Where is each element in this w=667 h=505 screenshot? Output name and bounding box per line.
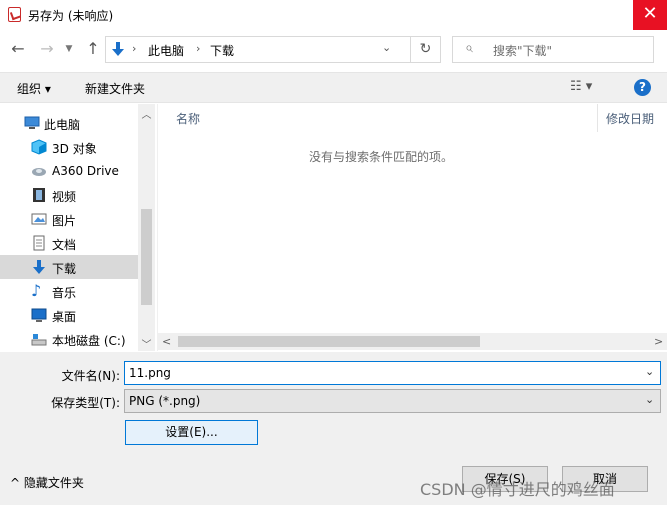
download-arrow-icon [112,42,124,56]
address-bar[interactable]: › 此电脑 › 下载 ⌄ ↻ [105,36,441,63]
view-list-icon: ☷ ▾ [570,79,593,94]
back-button[interactable]: ← [8,38,28,60]
chevron-up-icon: ^ [10,476,24,490]
new-folder-button[interactable]: 新建文件夹 [85,80,145,97]
desktop-icon [31,308,47,322]
nav-item-documents[interactable]: 文档 [0,231,138,255]
film-icon [33,188,45,202]
help-icon[interactable]: ? [634,79,651,96]
scroll-up-icon[interactable]: ︿ [138,106,155,121]
nav-item-music[interactable]: ♪ 音乐 [0,279,138,303]
chevron-down-icon[interactable]: ⌄ [645,393,654,406]
download-arrow-icon [33,260,45,274]
picture-icon [31,213,47,225]
scroll-down-icon[interactable]: ﹀ [138,336,155,351]
filetype-label: 保存类型(T): [51,396,120,410]
nav-item-label: 图片 [52,214,77,228]
close-icon: ✕ [642,3,658,24]
column-header-name[interactable]: 名称 [176,110,200,127]
nav-item-videos[interactable]: 视频 [0,183,138,207]
nav-item-label: A360 Drive [52,164,119,178]
column-header-modified[interactable]: 修改日期 [606,110,654,127]
music-note-icon: ♪ [31,281,42,300]
hide-folders-toggle[interactable]: ^ 隐藏文件夹 [10,474,84,491]
navigation-pane: 此电脑 3D 对象 A360 Drive 视频 图片 文档 下载 ♪ 音乐 桌面… [0,104,156,351]
command-bar: 组织 ▾ 新建文件夹 ☷ ▾ ? [0,72,667,103]
filetype-value: PNG (*.png) [129,394,201,408]
nav-item-label: 此电脑 [44,118,81,132]
empty-message: 没有与搜索条件匹配的项。 [308,150,453,164]
nav-item-local-disk-c[interactable]: 本地磁盘 (C:) [0,327,138,351]
search-input[interactable]: ⌕ 搜索"下载" [452,36,654,63]
app-icon [8,7,21,22]
nav-item-a360-drive[interactable]: A360 Drive [0,159,138,183]
chevron-down-icon[interactable]: ⌄ [382,41,391,54]
refresh-icon: ↻ [419,41,432,57]
chevron-down-icon: ▼ [65,44,73,54]
filename-input[interactable]: 11.png ⌄ [124,361,661,385]
nav-item-pictures[interactable]: 图片 [0,207,138,231]
nav-item-3d-objects[interactable]: 3D 对象 [0,135,138,159]
scroll-right-icon[interactable]: > [654,335,663,348]
document-icon [33,235,45,251]
nav-item-desktop[interactable]: 桌面 [0,303,138,327]
arrow-right-icon: → [40,39,54,58]
recent-locations-button[interactable]: ▼ [62,38,76,60]
arrow-left-icon: ← [11,39,25,58]
nav-item-label: 本地磁盘 (C:) [52,334,126,348]
nav-item-downloads[interactable]: 下载 [0,255,138,279]
title-bar: 另存为 (未响应) ✕ [0,0,667,30]
computer-icon [24,116,40,129]
nav-scroll-thumb[interactable] [141,209,152,305]
nav-item-label: 下载 [52,262,77,276]
hide-folders-label: 隐藏文件夹 [23,476,84,490]
cube-icon [31,139,47,155]
file-list[interactable]: 名称 修改日期 没有与搜索条件匹配的项。 < > [157,104,667,351]
nav-item-label: 文档 [52,238,77,252]
search-icon: ⌕ [465,40,473,56]
filetype-select[interactable]: PNG (*.png) ⌄ [124,389,661,413]
horizontal-scroll-thumb[interactable] [178,336,480,347]
column-divider[interactable] [597,104,598,132]
watermark: CSDN @情寸进尺的鸡丝面 [420,480,615,499]
nav-item-label: 桌面 [52,310,77,324]
filename-label: 文件名(N): [61,369,120,383]
filename-value: 11.png [129,366,171,380]
horizontal-scrollbar[interactable]: < > [158,333,667,350]
drive-icon [31,334,47,346]
nav-scrollbar[interactable]: ︿ ﹀ [138,104,155,351]
breadcrumb-separator-icon: › [196,42,201,55]
nav-item-label: 音乐 [52,286,77,300]
arrow-up-icon: ↑ [86,39,100,58]
cloud-drive-icon [32,168,46,176]
search-placeholder: 搜索"下载" [493,44,553,58]
chevron-down-icon[interactable]: ⌄ [645,365,654,378]
close-button[interactable]: ✕ [633,0,667,30]
organize-button[interactable]: 组织 ▾ [17,80,51,97]
view-options-button[interactable]: ☷ ▾ [570,79,592,94]
nav-item-this-pc[interactable]: 此电脑 [0,111,138,135]
scroll-left-icon[interactable]: < [162,335,171,348]
nav-item-label: 视频 [52,190,77,204]
nav-item-label: 3D 对象 [52,142,97,156]
settings-button[interactable]: 设置(E)... [125,420,258,445]
forward-button[interactable]: → [37,38,57,60]
window-title: 另存为 (未响应) [28,9,114,23]
breadcrumb-this-pc[interactable]: 此电脑 [148,42,184,59]
breadcrumb-separator-icon: › [132,42,137,55]
refresh-button[interactable]: ↻ [410,37,440,62]
up-button[interactable]: ↑ [83,38,103,60]
breadcrumb-downloads[interactable]: 下载 [210,42,234,59]
